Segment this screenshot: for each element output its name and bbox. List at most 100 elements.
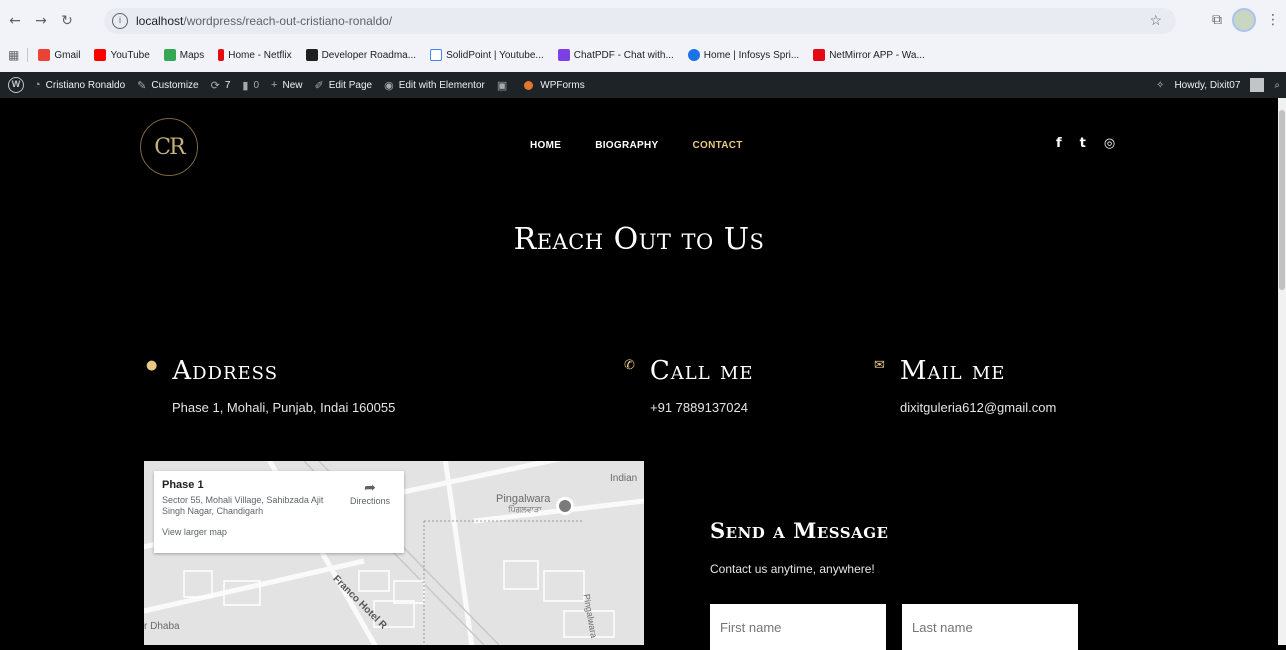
comment-icon: ▮ [242,79,249,92]
bookmarks-bar: ▦ Gmail YouTube Maps Home - Netflix Deve… [0,44,1286,66]
elementor-icon: ◉ [384,79,394,92]
admin-new[interactable]: + New [271,79,302,91]
email-address[interactable]: dixitguleria612@gmail.com [900,400,1056,415]
bookmark-label: Maps [179,49,205,61]
bookmark-label: ChatPDF - Chat with... [573,49,674,61]
wordpress-logo-icon[interactable]: W [8,77,24,93]
bookmark-label: Home | Infosys Spri... [703,49,800,61]
address-bar[interactable]: i localhost/wordpress/reach-out-cristian… [104,8,1176,34]
map-place-address: Sector 55, Mohali Village, Sahibzada Aji… [162,495,324,516]
bookmark-label: YouTube [110,49,150,61]
bookmark-label: Developer Roadma... [321,49,417,61]
updates-count: 7 [224,79,231,91]
map-label-pingalwara-local: ਪਿੰਗਲਵਾੜਾ [508,505,542,514]
bookmark-star-icon[interactable]: ☆ [1149,12,1162,29]
admin-wpforms[interactable]: WPForms [524,80,585,91]
forward-icon[interactable]: → [30,10,52,32]
netflix-icon [218,49,225,61]
address-block: ● Address Phase 1, Mohali, Punjab, Indai … [146,356,395,415]
bookmarks-divider [27,48,29,62]
bookmark-solidpoint[interactable]: SolidPoint | Youtube... [430,49,544,61]
edit-elementor-label: Edit with Elementor [398,79,485,91]
google-map-embed[interactable]: Phase 1 Sector 55, Mohali Village, Sahib… [144,461,644,645]
search-icon[interactable]: ⌕ [1274,80,1280,91]
social-links: f t ◎ [1056,136,1115,151]
bookmark-maps[interactable]: Maps [163,49,205,61]
admin-site-name[interactable]: ◔ Cristiano Ronaldo [34,79,125,91]
admin-customize[interactable]: ✎ Customize [137,79,198,92]
call-heading: ✆ Call me [624,356,754,386]
view-larger-map-link[interactable]: View larger map [162,527,396,537]
map-pin-icon[interactable] [556,497,574,515]
bookmark-gmail[interactable]: Gmail [38,49,80,61]
admin-updates[interactable]: ⟳ 7 [211,79,231,92]
apps-grid-icon[interactable]: ▦ [8,48,19,62]
last-name-input[interactable] [902,604,1078,650]
chatpdf-icon [557,49,570,61]
first-name-input[interactable] [710,604,886,650]
reload-icon[interactable]: ↻ [56,10,78,32]
admin-comments[interactable]: ▮ 0 [242,79,259,92]
url-path: /wordpress/reach-out-cristiano-ronaldo/ [183,14,393,28]
bookmark-netmirror[interactable]: NetMirror APP - Wa... [813,49,925,61]
brush-icon: ✎ [137,79,147,92]
address-text: Phase 1, Mohali, Punjab, Indai 160055 [172,400,396,415]
new-label: New [282,79,303,91]
youtube-icon [94,49,107,61]
call-block: ✆ Call me +91 7889137024 [624,356,754,415]
bookmark-label: SolidPoint | Youtube... [446,49,544,61]
admin-edit-page[interactable]: ✐ Edit Page [314,79,372,92]
send-message-title: Send a Message [710,518,889,543]
admin-edit-elementor[interactable]: ◉ Edit with Elementor [384,79,485,92]
edit-page-label: Edit Page [328,79,373,91]
dashboard-icon: ◔ [34,79,41,91]
menu-kebab-icon[interactable]: ⋮ [1266,12,1280,28]
user-avatar[interactable] [1250,78,1265,92]
send-message-subtitle: Contact us anytime, anywhere! [710,562,875,576]
address-row: ← → ↻ i localhost/wordpress/reach-out-cr… [0,6,1286,36]
location-pin-icon: ● [146,358,159,373]
nav-contact[interactable]: CONTACT [692,140,742,151]
mail-block: ✉ Mail me dixitguleria612@gmail.com [874,356,1056,415]
comments-count: 0 [253,79,260,91]
admin-bar-right: ✧ Howdy, Dixit07 ⌕ [1156,72,1280,98]
site-info-icon[interactable]: i [112,13,128,29]
site-page: CR HOME BIOGRAPHY CONTACT f t ◎ Reach Ou… [0,98,1278,650]
mail-title: Mail me [899,356,1006,386]
plus-icon: + [271,79,278,91]
back-icon[interactable]: ← [4,10,26,32]
netmirror-icon [813,49,826,61]
roadmap-icon [305,49,318,61]
gmail-icon [38,49,51,61]
phone-number[interactable]: +91 7889137024 [650,400,754,415]
extensions-icon[interactable]: ⧉ [1212,12,1222,28]
call-title: Call me [649,356,754,386]
facebook-icon[interactable]: f [1056,136,1062,151]
browser-chrome: ← → ↻ i localhost/wordpress/reach-out-cr… [0,0,1286,72]
admin-yoast[interactable]: ▣ [497,79,512,92]
yoast-icon: ▣ [496,79,508,92]
bookmark-roadmap[interactable]: Developer Roadma... [305,49,417,61]
site-logo[interactable]: CR [140,118,198,176]
sparkle-ai-icon[interactable]: ✧ [1156,80,1164,91]
bookmark-chatpdf[interactable]: ChatPDF - Chat with... [557,49,674,61]
instagram-icon[interactable]: ◎ [1104,136,1115,151]
directions-button[interactable]: ➦ Directions [350,479,390,506]
bookmark-youtube[interactable]: YouTube [94,49,150,61]
nav-biography[interactable]: BIOGRAPHY [595,140,658,151]
bookmark-netflix[interactable]: Home - Netflix [218,49,292,61]
main-nav: HOME BIOGRAPHY CONTACT [530,140,743,151]
maps-icon [163,49,176,61]
scrollbar-thumb[interactable] [1279,110,1285,290]
twitter-icon[interactable]: t [1080,136,1086,151]
bookmark-infosys[interactable]: Home | Infosys Spri... [687,49,800,61]
address-title: Address [172,356,279,386]
envelope-icon: ✉ [874,358,886,373]
profile-avatar[interactable] [1232,8,1256,32]
howdy-user[interactable]: Howdy, Dixit07 [1174,80,1240,91]
solidpoint-icon [430,49,443,61]
updates-icon: ⟳ [210,79,220,92]
nav-home[interactable]: HOME [530,140,561,151]
directions-icon: ➦ [364,479,376,495]
phone-icon: ✆ [624,358,636,373]
